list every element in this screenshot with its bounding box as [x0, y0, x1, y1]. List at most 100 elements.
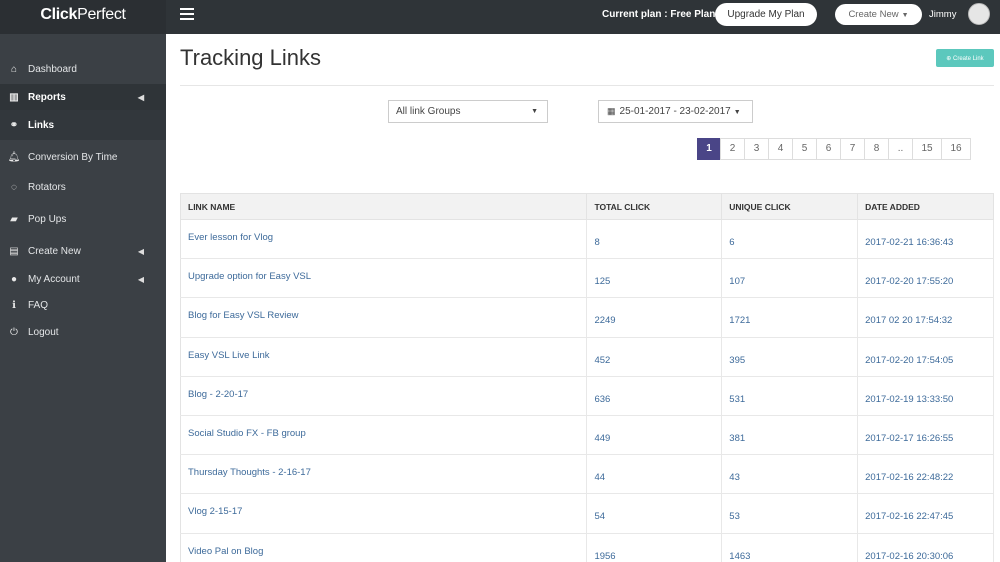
date-added-cell: 2017-02-20 17:55:20	[857, 258, 994, 299]
table-row: Social Studio FX - FB group 449 381 2017…	[180, 415, 994, 456]
page-title: Tracking Links	[180, 45, 322, 70]
page-button-8[interactable]: 8	[864, 138, 889, 160]
bell-icon: 🔔︎	[7, 151, 21, 163]
link-group-select[interactable]: All link Groups ▼	[388, 100, 548, 123]
link-name-cell: Ever lesson for Vlog	[180, 219, 588, 260]
link-name-cell: Easy VSL Live Link	[180, 337, 588, 377]
chevron-left-icon: ◀	[137, 274, 144, 284]
sidebar-item-label: Conversion By Time	[28, 151, 118, 163]
date-added-cell: 2017-02-19 13:33:50	[857, 376, 994, 416]
link-name[interactable]: Social Studio FX - FB group	[188, 428, 306, 439]
date-added-cell: 2017-02-20 17:54:05	[857, 337, 994, 377]
page-button-3[interactable]: 3	[744, 138, 769, 160]
page-button-16[interactable]: 16	[941, 138, 971, 160]
total-click-cell: 8	[586, 219, 723, 260]
total-click-cell: 1956	[586, 533, 723, 562]
avatar[interactable]	[968, 3, 990, 25]
sidebar-item-rotators[interactable]: ◌ Rotators	[0, 174, 166, 200]
total-click-cell: 54	[586, 493, 723, 534]
page-button-7[interactable]: 7	[840, 138, 865, 160]
total-click-cell: 449	[586, 415, 723, 456]
unique-click-cell: 107	[721, 258, 859, 299]
create-link-button[interactable]: ⊕ Create Link	[936, 49, 994, 67]
date-added-cell: 2017 02 20 17:54:32	[857, 297, 994, 338]
sidebar-item-faq[interactable]: ℹ FAQ	[0, 292, 166, 318]
sidebar-item-reports[interactable]: ▥ Reports ◀	[0, 84, 166, 110]
sidebar-item-pop-ups[interactable]: ▰ Pop Ups	[0, 206, 166, 232]
caret-down-icon: ▼	[901, 12, 909, 19]
page-button-1[interactable]: 1	[697, 138, 721, 160]
chevron-left-icon: ◀	[137, 92, 144, 102]
page-button-6[interactable]: 6	[816, 138, 841, 160]
page-button-4[interactable]: 4	[768, 138, 793, 160]
page-button-5[interactable]: 5	[792, 138, 817, 160]
link-name[interactable]: Upgrade option for Easy VSL	[188, 271, 311, 282]
total-click-cell: 44	[586, 454, 723, 495]
date-range-picker[interactable]: ▦ 25-01-2017 - 23-02-2017 ▼	[598, 100, 753, 123]
sidebar-item-logout[interactable]: ⏻ Logout	[0, 319, 166, 345]
link-name-cell: Vlog 2-15-17	[180, 493, 588, 534]
sidebar-item-label: My Account	[28, 273, 80, 285]
unique-click-cell: 53	[721, 493, 859, 534]
link-name-cell: Blog for Easy VSL Review	[180, 297, 588, 338]
column-header-link-name[interactable]: LINK NAME	[180, 193, 588, 220]
sidebar-item-label: Create New	[28, 245, 81, 257]
sidebar-item-links[interactable]: ⚭ Links	[0, 110, 166, 140]
unique-click-cell: 531	[721, 376, 859, 416]
sidebar-item-conversion-by-time[interactable]: 🔔︎ Conversion By Time	[0, 144, 166, 170]
date-added-cell: 2017-02-17 16:26:55	[857, 415, 994, 456]
link-name-cell: Blog - 2-20-17	[180, 376, 588, 416]
link-name[interactable]: Vlog 2-15-17	[188, 506, 242, 517]
sidebar: ⌂ Dashboard ▥ Reports ◀ ⚭ Links 🔔︎ Conve…	[0, 34, 166, 562]
table-row: Blog for Easy VSL Review 2249 1721 2017 …	[180, 297, 994, 338]
link-name[interactable]: Blog - 2-20-17	[188, 389, 248, 400]
sidebar-item-dashboard[interactable]: ⌂ Dashboard	[0, 56, 166, 82]
column-header-total-click[interactable]: TOTAL CLICK	[586, 193, 723, 220]
create-new-label: Create New	[848, 9, 899, 20]
table-row: Easy VSL Live Link 452 395 2017-02-20 17…	[180, 337, 994, 377]
table-row: Ever lesson for Vlog 8 6 2017-02-21 16:3…	[180, 219, 994, 260]
sidebar-item-create-new[interactable]: ▤ Create New ◀	[0, 238, 166, 264]
table-row: Upgrade option for Easy VSL 125 107 2017…	[180, 258, 994, 299]
link-name-cell: Social Studio FX - FB group	[180, 415, 588, 456]
link-name[interactable]: Easy VSL Live Link	[188, 350, 270, 361]
sidebar-item-label: Logout	[28, 326, 59, 338]
page-button-2[interactable]: 2	[720, 138, 745, 160]
menu-toggle-icon[interactable]	[180, 8, 194, 21]
brand-thin: Perfect	[77, 6, 126, 23]
column-header-unique-click[interactable]: UNIQUE CLICK	[721, 193, 859, 220]
upgrade-plan-button[interactable]: Upgrade My Plan	[715, 3, 817, 26]
tracking-links-table: LINK NAME TOTAL CLICK UNIQUE CLICK DATE …	[180, 193, 994, 562]
caret-down-icon: ▼	[531, 108, 538, 115]
table-row: Blog - 2-20-17 636 531 2017-02-19 13:33:…	[180, 376, 994, 416]
table-row: Thursday Thoughts - 2-16-17 44 43 2017-0…	[180, 454, 994, 495]
unique-click-cell: 1721	[721, 297, 859, 338]
unique-click-cell: 381	[721, 415, 859, 456]
user-name: Jimmy	[929, 9, 957, 20]
total-click-cell: 125	[586, 258, 723, 299]
total-click-cell: 452	[586, 337, 723, 377]
link-name[interactable]: Blog for Easy VSL Review	[188, 310, 299, 321]
sidebar-item-label: Reports	[28, 91, 66, 103]
date-added-cell: 2017-02-21 16:36:43	[857, 219, 994, 260]
link-name-cell: Thursday Thoughts - 2-16-17	[180, 454, 588, 495]
date-range-value: 25-01-2017 - 23-02-2017	[619, 106, 731, 117]
total-click-cell: 636	[586, 376, 723, 416]
link-name[interactable]: Thursday Thoughts - 2-16-17	[188, 467, 311, 478]
page-button-15[interactable]: 15	[912, 138, 942, 160]
sidebar-item-label: FAQ	[28, 299, 49, 311]
home-icon: ⌂	[10, 63, 18, 75]
sidebar-item-my-account[interactable]: ● My Account ◀	[0, 266, 166, 292]
link-name[interactable]: Video Pal on Blog	[188, 546, 263, 557]
sidebar-item-label: Rotators	[28, 181, 66, 193]
link-name[interactable]: Ever lesson for Vlog	[188, 232, 273, 243]
brand-logo[interactable]: ClickPerfect	[0, 0, 166, 34]
unique-click-cell: 1463	[721, 533, 859, 562]
calendar-icon: ▦	[607, 106, 616, 116]
create-new-dropdown[interactable]: Create New ▼	[835, 4, 922, 25]
sidebar-item-label: Pop Ups	[28, 213, 67, 225]
column-header-date-added[interactable]: DATE ADDED	[857, 193, 994, 220]
link-group-select-value: All link Groups	[396, 106, 461, 117]
table-row: Video Pal on Blog 1956 1463 2017-02-16 2…	[180, 533, 994, 562]
bar-chart-icon: ▥	[9, 91, 19, 103]
